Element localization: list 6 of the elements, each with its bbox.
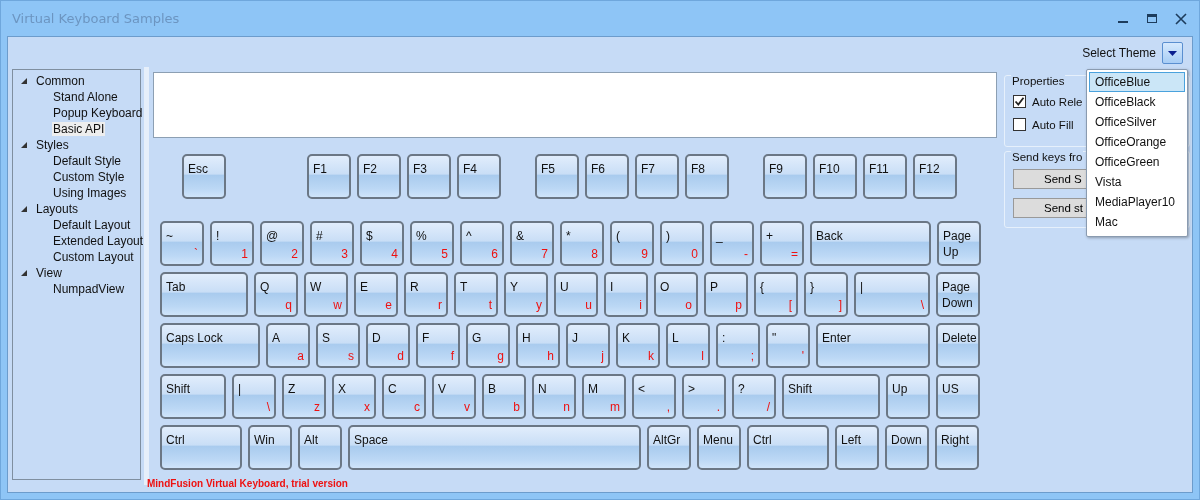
group-title: Properties xyxy=(1011,75,1066,87)
theme-label: Select Theme xyxy=(1082,46,1156,60)
group-title: Send keys fro xyxy=(1011,151,1084,163)
trial-notice: MindFusion Virtual Keyboard, trial version xyxy=(147,478,349,489)
checkbox-label: Auto Fill xyxy=(1032,118,1074,131)
checkbox-label: Auto Rele xyxy=(1032,95,1083,108)
